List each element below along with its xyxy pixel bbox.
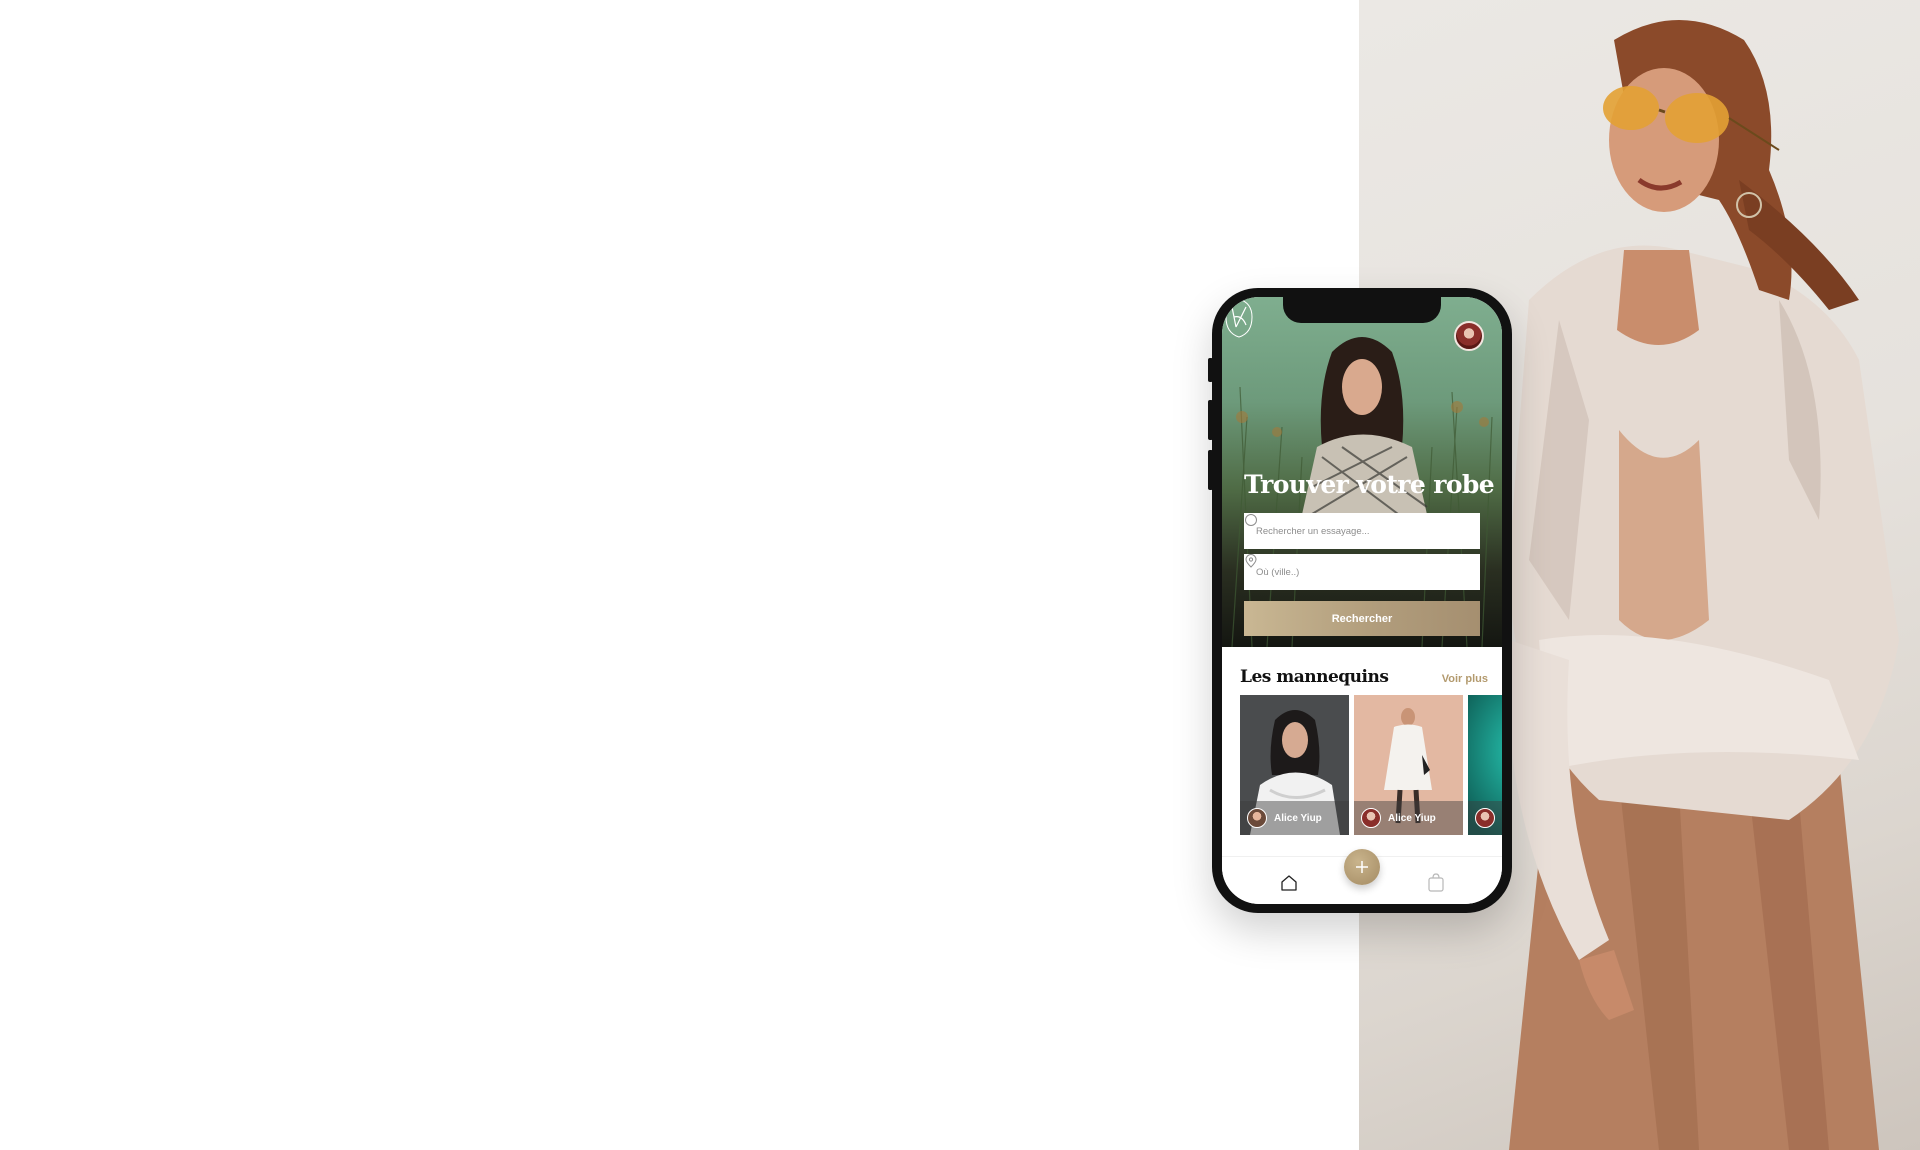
model-card[interactable] <box>1468 695 1502 835</box>
search-field[interactable] <box>1244 513 1480 549</box>
user-avatar[interactable] <box>1454 321 1484 351</box>
search-button[interactable]: Rechercher <box>1244 601 1480 636</box>
model-avatar <box>1361 808 1381 828</box>
phone-screen: Trouver votre robe Rechercher Les manneq… <box>1222 297 1502 904</box>
location-input[interactable] <box>1256 566 1446 578</box>
search-input[interactable] <box>1256 525 1446 537</box>
phone-notch <box>1283 297 1441 323</box>
model-card-footer: Alice Yiup <box>1354 801 1463 835</box>
models-carousel[interactable]: Alice Yiup Alice Yiup <box>1240 695 1502 835</box>
models-section-header: Les mannequins Voir plus <box>1240 667 1488 687</box>
hero-section: Trouver votre robe Rechercher <box>1222 297 1502 647</box>
hero-title: Trouver votre robe <box>1244 470 1495 499</box>
add-button[interactable] <box>1344 849 1380 885</box>
brand-logo <box>1225 298 1253 338</box>
model-name: Alice Yiup <box>1274 812 1322 824</box>
shopping-bag-icon[interactable] <box>1427 873 1445 893</box>
phone-side-button <box>1208 450 1213 490</box>
see-more-link[interactable]: Voir plus <box>1442 673 1488 685</box>
models-section-title: Les mannequins <box>1240 667 1389 687</box>
model-card[interactable]: Alice Yiup <box>1354 695 1463 835</box>
phone-mockup: Trouver votre robe Rechercher Les manneq… <box>1208 288 1512 913</box>
model-name: Alice Yiup <box>1388 812 1436 824</box>
phone-side-button <box>1208 358 1213 382</box>
model-avatar <box>1475 808 1495 828</box>
phone-side-button <box>1208 400 1213 440</box>
plus-icon <box>1356 861 1368 873</box>
model-card[interactable]: Alice Yiup <box>1240 695 1349 835</box>
home-icon[interactable] <box>1279 873 1299 893</box>
model-card-footer <box>1468 801 1502 835</box>
model-avatar <box>1247 808 1267 828</box>
search-icon <box>1245 514 1257 526</box>
location-pin-icon <box>1245 554 1257 568</box>
model-card-footer: Alice Yiup <box>1240 801 1349 835</box>
location-field[interactable] <box>1244 554 1480 590</box>
